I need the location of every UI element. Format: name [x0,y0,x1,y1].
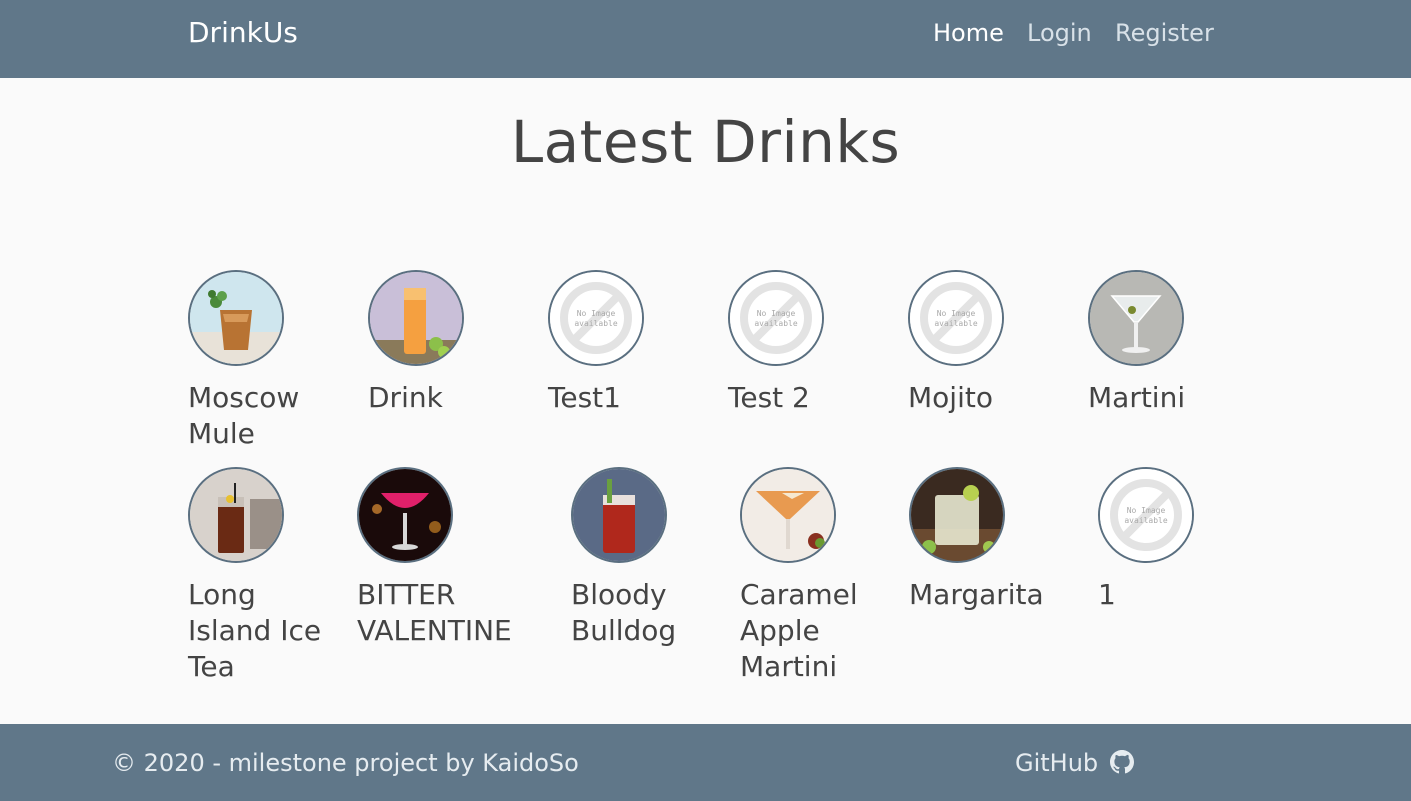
drink-thumbnail[interactable]: No Image available [548,270,644,366]
drink-thumbnail[interactable] [909,467,1005,563]
no-image-line1: No Image [577,309,616,318]
github-link[interactable]: GitHub [1015,749,1134,777]
drink-card[interactable]: Caramel Apple Martini [740,467,890,685]
drink-thumbnail[interactable]: No Image available [908,270,1004,366]
drink-name[interactable]: BITTER VALENTINE [357,577,512,649]
drink-name[interactable]: Long Island Ice Tea [188,577,338,685]
drink-card[interactable]: No Image available Test 2 [728,270,878,416]
drink-card[interactable]: Moscow Mule [188,270,338,452]
nav-home-link[interactable]: Home [933,19,1004,47]
brand-logo[interactable]: DrinkUs [188,16,298,49]
copyright-text: © 2020 - milestone project by KaidoSo [112,749,579,777]
github-icon[interactable] [1109,750,1134,774]
footer: © 2020 - milestone project by KaidoSo Gi… [0,724,1411,801]
drink-thumbnail[interactable] [740,467,836,563]
drink-thumbnail[interactable] [188,467,284,563]
drink-name[interactable]: Test1 [548,380,698,416]
drink-card[interactable]: Bloody Bulldog [571,467,721,649]
drink-thumbnail[interactable] [1088,270,1184,366]
drink-name[interactable]: Caramel Apple Martini [740,577,890,685]
drink-name[interactable]: 1 [1098,577,1248,613]
drink-card[interactable]: Martini [1088,270,1238,416]
drink-thumbnail[interactable] [188,270,284,366]
github-label[interactable]: GitHub [1015,749,1098,777]
drink-thumbnail[interactable] [357,467,453,563]
nav-register-link[interactable]: Register [1115,19,1214,47]
drink-name[interactable]: Martini [1088,380,1238,416]
drink-thumbnail[interactable]: No Image available [728,270,824,366]
nav-login-link[interactable]: Login [1027,19,1092,47]
no-image-line1: No Image [1127,506,1166,515]
drink-name[interactable]: Mojito [908,380,1058,416]
no-image-line2: available [754,319,798,328]
drink-card[interactable]: No Image available 1 [1098,467,1248,613]
drink-name[interactable]: Moscow Mule [188,380,338,452]
drink-name[interactable]: Margarita [909,577,1059,613]
navbar: DrinkUs Home Login Register [0,0,1411,78]
drink-name[interactable]: Bloody Bulldog [571,577,721,649]
drink-card[interactable]: No Image available Test1 [548,270,698,416]
no-image-line2: available [1124,516,1168,525]
drink-thumbnail[interactable]: No Image available [1098,467,1194,563]
no-image-line1: No Image [757,309,796,318]
drink-name[interactable]: Test 2 [728,380,878,416]
page-title: Latest Drinks [510,108,901,176]
drink-name[interactable]: Drink [368,380,518,416]
drink-card[interactable]: Margarita [909,467,1059,613]
no-image-line1: No Image [937,309,976,318]
drink-thumbnail[interactable] [571,467,667,563]
drink-card[interactable]: Long Island Ice Tea [188,467,338,685]
drink-card[interactable]: BITTER VALENTINE [357,467,512,649]
drink-card[interactable]: Drink [368,270,518,416]
no-image-line2: available [574,319,618,328]
drink-thumbnail[interactable] [368,270,464,366]
no-image-line2: available [934,319,978,328]
drink-card[interactable]: No Image available Mojito [908,270,1058,416]
